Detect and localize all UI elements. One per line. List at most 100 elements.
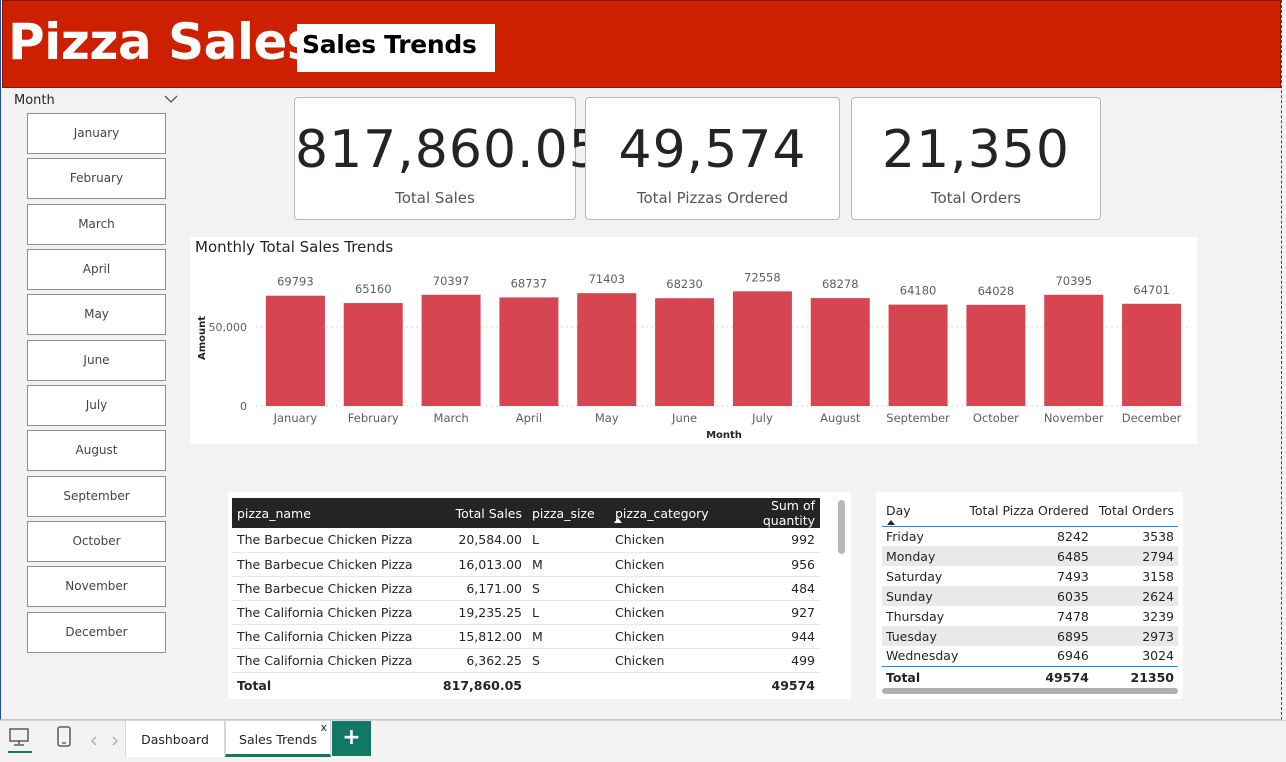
table-row[interactable]: The Barbecue Chicken Pizza 20,584.00 L Chic… bbox=[232, 528, 820, 553]
sort-ascending-icon bbox=[887, 520, 895, 525]
col-header-label: pizza_category bbox=[615, 505, 709, 521]
table-cell: The Barbecue Chicken Pizza bbox=[232, 552, 437, 577]
mobile-view-icon[interactable] bbox=[56, 726, 72, 752]
x-tick-label: October bbox=[973, 411, 1019, 425]
table-cell: 19,235.25 bbox=[437, 600, 527, 625]
table-cell: 3538 bbox=[1142, 528, 1174, 544]
chevron-right-icon[interactable] bbox=[111, 732, 119, 751]
col-header-sorted[interactable]: Day bbox=[882, 496, 963, 527]
slicer-item-april[interactable]: April bbox=[27, 249, 166, 290]
table-row[interactable]: Tuesday 6895 2973 bbox=[882, 626, 1178, 646]
col-header[interactable]: Total Sales bbox=[437, 498, 527, 528]
x-tick-label: June bbox=[671, 411, 697, 425]
x-tick-label: November bbox=[1044, 411, 1104, 425]
table-cell: 15,812.00 bbox=[437, 624, 527, 649]
report-canvas: Pizza Sales Sales Trends Month January Fe… bbox=[0, 0, 1282, 720]
bar-december bbox=[1122, 303, 1182, 406]
data-label: 64701 bbox=[1133, 283, 1170, 297]
vertical-scrollbar[interactable] bbox=[838, 500, 845, 554]
slicer-item-august[interactable]: August bbox=[27, 430, 166, 471]
col-header[interactable]: Total Pizza Ordered bbox=[962, 496, 1093, 527]
kpi-card-total-sales[interactable]: 817,860.05 Total Sales bbox=[294, 97, 602, 220]
data-label: 68278 bbox=[822, 277, 859, 291]
table-row[interactable]: Friday 8242 3538 bbox=[882, 526, 1178, 546]
x-tick-label: January bbox=[273, 411, 318, 425]
add-page-button[interactable]: + bbox=[332, 721, 371, 756]
horizontal-scrollbar[interactable] bbox=[882, 688, 1178, 694]
table-row[interactable]: Thursday 7478 3239 bbox=[882, 606, 1178, 626]
slicer-item-july[interactable]: July bbox=[27, 385, 166, 426]
table-cell: 6485 bbox=[962, 546, 1093, 566]
slicer-item-march[interactable]: March bbox=[27, 204, 166, 245]
table-cell: 2794 bbox=[1092, 546, 1178, 566]
pizza-detail-table[interactable]: pizza_name Total Sales pizza_size pizza_… bbox=[228, 492, 851, 699]
kpi-card-total-orders[interactable]: 21,350 Total Orders bbox=[851, 97, 1101, 220]
x-tick-label: March bbox=[434, 411, 469, 425]
col-header-sorted[interactable]: pizza_category bbox=[610, 498, 715, 528]
monthly-sales-chart[interactable]: Monthly Total Sales Trends 0 50,000 Amount… bbox=[190, 237, 1197, 444]
table-cell: L bbox=[527, 600, 610, 625]
kpi-label: Total Orders bbox=[930, 189, 1022, 207]
table-cell: M bbox=[527, 624, 610, 649]
table-row[interactable]: The Barbecue Chicken Pizza 16,013.00 M Chic… bbox=[232, 552, 820, 577]
table-cell: The California Chicken Pizza bbox=[232, 648, 437, 673]
x-tick-label: May bbox=[595, 411, 619, 425]
slicer-item-november[interactable]: November bbox=[27, 566, 166, 607]
tab-dashboard[interactable]: Dashboard bbox=[125, 721, 225, 757]
bar-february bbox=[343, 303, 403, 406]
chart-plot: 0 50,000Amount Month 69793 January 65160 Febru… bbox=[197, 270, 1190, 441]
page-label: Sales Trends bbox=[297, 24, 495, 72]
tab-sales-trends[interactable]: Sales Trends x bbox=[225, 721, 331, 757]
table-cell: 956 bbox=[715, 552, 820, 577]
table-row[interactable]: The California Chicken Pizza 15,812.00 M Ch… bbox=[232, 624, 820, 649]
table-cell: 927 bbox=[715, 600, 820, 625]
bar-november bbox=[1044, 294, 1104, 406]
slicer-item-october[interactable]: October bbox=[27, 521, 166, 562]
table-row[interactable]: Saturday 7493 3158 bbox=[882, 566, 1178, 586]
slicer-item-may[interactable]: May bbox=[27, 294, 166, 335]
table-row[interactable]: Sunday 6035 2624 bbox=[882, 586, 1178, 606]
x-tick-label: August bbox=[820, 411, 861, 425]
table-cell: 8242 bbox=[1057, 528, 1089, 544]
total-sales: 817,860.05 bbox=[437, 671, 527, 698]
chevron-down-icon[interactable] bbox=[164, 93, 178, 107]
table-cell: 7493 bbox=[1057, 568, 1089, 584]
table-row[interactable]: Monday 6485 2794 bbox=[882, 546, 1178, 566]
col-header[interactable]: pizza_name bbox=[232, 498, 437, 528]
kpi-card-total-pizzas[interactable]: 49,574 Total Pizzas Ordered bbox=[585, 97, 840, 220]
chevron-left-icon[interactable] bbox=[90, 732, 98, 751]
col-header[interactable]: Total Orders bbox=[1092, 496, 1178, 527]
data-label: 64180 bbox=[900, 284, 937, 298]
total-pizzas: 49574 bbox=[962, 665, 1093, 688]
table-row[interactable]: The California Chicken Pizza 19,235.25 L Ch… bbox=[232, 600, 820, 625]
data-label: 64028 bbox=[978, 284, 1015, 298]
tab-label: Sales Trends bbox=[239, 732, 317, 747]
bar-september bbox=[888, 304, 948, 406]
table-cell: 7478 bbox=[1057, 608, 1089, 624]
table-cell: S bbox=[527, 648, 610, 673]
day-summary-table[interactable]: Day Total Pizza Ordered Total Orders Fri… bbox=[876, 492, 1183, 699]
report-title: Pizza Sales bbox=[8, 13, 317, 71]
desktop-view-icon[interactable] bbox=[8, 727, 32, 753]
slicer-item-february[interactable]: February bbox=[27, 158, 166, 199]
close-icon[interactable]: x bbox=[320, 709, 327, 747]
table-cell: Monday bbox=[882, 546, 963, 566]
table-cell: 499 bbox=[715, 648, 820, 673]
col-header[interactable]: Sum of quantity bbox=[715, 498, 820, 528]
table-cell: The Barbecue Chicken Pizza bbox=[232, 528, 437, 553]
slicer-item-december[interactable]: December bbox=[27, 612, 166, 653]
table-row[interactable]: The Barbecue Chicken Pizza 6,171.00 S Chick… bbox=[232, 576, 820, 601]
slicer-item-january[interactable]: January bbox=[27, 113, 166, 154]
total-quantity: 49574 bbox=[715, 671, 820, 698]
x-tick-label: April bbox=[516, 411, 542, 425]
month-slicer-title: Month bbox=[14, 93, 55, 108]
table-cell: L bbox=[527, 528, 610, 553]
table-row[interactable]: The California Chicken Pizza 6,362.25 S Chi… bbox=[232, 648, 820, 673]
bar-october bbox=[966, 304, 1026, 406]
table-row[interactable]: Wednesday 6946 3024 bbox=[882, 646, 1178, 666]
slicer-item-september[interactable]: September bbox=[27, 476, 166, 517]
col-header-label: Day bbox=[886, 503, 911, 519]
col-header[interactable]: pizza_size bbox=[527, 498, 610, 528]
slicer-item-june[interactable]: June bbox=[27, 340, 166, 381]
table-cell: 992 bbox=[715, 528, 820, 553]
